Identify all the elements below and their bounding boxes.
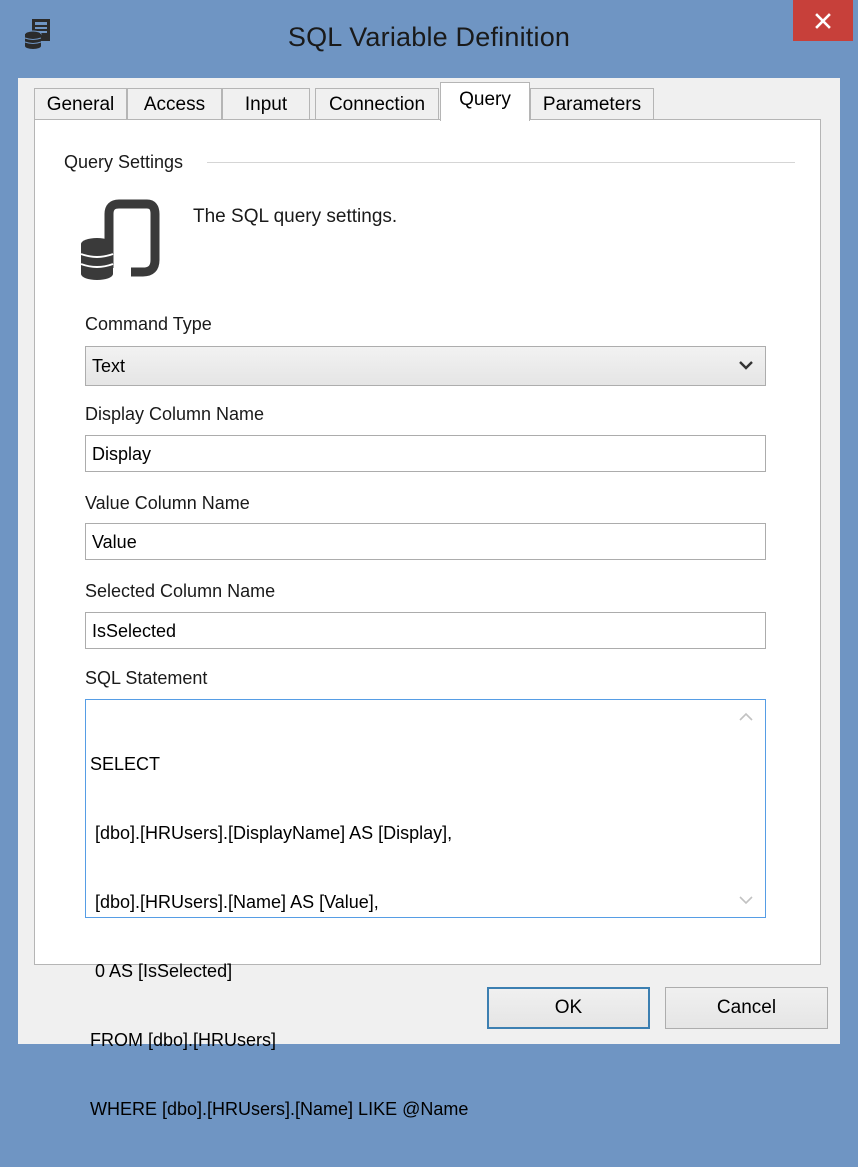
sql-statement-label: SQL Statement [85,668,208,688]
tab-query[interactable]: Query [440,82,530,121]
group-divider [207,162,795,163]
sql-line: SELECT [90,754,161,774]
command-type-value: Text [92,356,126,376]
tab-access[interactable]: Access [127,88,222,120]
title-bar[interactable]: SQL Variable Definition [0,0,858,78]
chevron-down-icon[interactable] [739,896,753,905]
sql-line: WHERE [dbo].[HRUsers].[Name] LIKE @Name [90,1099,469,1119]
group-label: Query Settings [64,152,184,172]
ok-button[interactable]: OK [487,987,650,1029]
sql-line: [dbo].[HRUsers].[DisplayName] AS [Displa… [90,823,453,843]
close-icon [815,12,831,29]
sql-statement-textarea[interactable]: SELECT [dbo].[HRUsers].[DisplayName] AS … [85,699,766,1119]
dialog-window: SQL Variable Definition General Access I… [0,0,858,1119]
selected-column-label: Selected Column Name [85,581,276,601]
cancel-button[interactable]: Cancel [665,987,828,1029]
window-title: SQL Variable Definition [287,22,571,52]
sql-line: [dbo].[HRUsers].[Name] AS [Value], [90,892,379,912]
command-type-select[interactable]: Text [85,346,766,386]
tab-parameters[interactable]: Parameters [530,88,654,120]
panel-description: The SQL query settings. [193,206,398,227]
command-type-label: Command Type [85,314,212,334]
display-column-field[interactable]: Display [85,435,766,472]
tab-general[interactable]: General [34,88,127,120]
vertical-scrollbar[interactable] [727,700,765,917]
value-column-label: Value Column Name [85,493,250,513]
close-button[interactable] [793,0,853,41]
display-column-label: Display Column Name [85,404,265,424]
tab-connection[interactable]: Connection [315,88,439,120]
value-column-field[interactable]: Value [85,523,766,560]
display-column-value: Display [92,444,152,464]
sql-statement-text: SELECT [dbo].[HRUsers].[DisplayName] AS … [90,707,725,1167]
query-tab-panel: Query Settings The SQL query settings. C… [34,119,821,1119]
selected-column-value: IsSelected [92,621,177,641]
value-column-value: Value [92,532,137,552]
sql-line: 0 AS [IsSelected] [90,961,233,981]
sql-line: FROM [dbo].[HRUsers] [90,1030,277,1050]
dialog-client-area: General Access Input Connection Query Pa… [18,78,840,1119]
chevron-down-icon [739,361,753,370]
selected-column-field[interactable]: IsSelected [85,612,766,649]
sql-query-icon [80,199,160,280]
chevron-up-icon[interactable] [739,712,753,721]
tab-input[interactable]: Input [222,88,310,120]
